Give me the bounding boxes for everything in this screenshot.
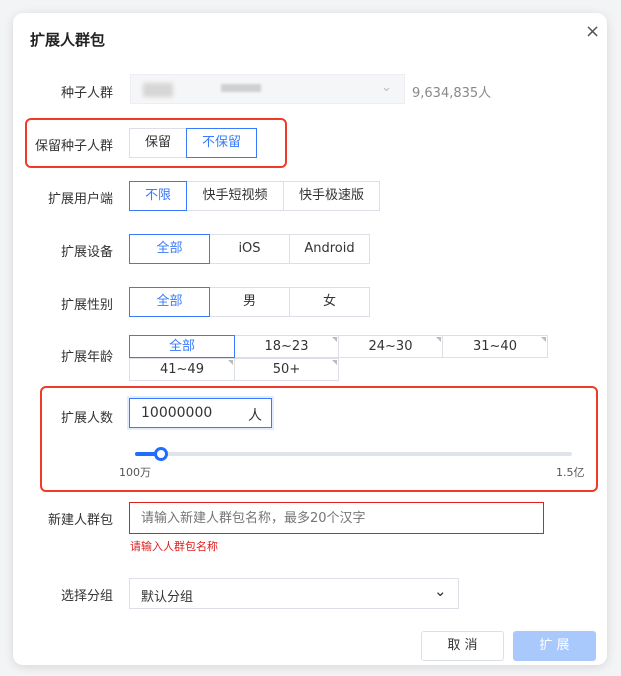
chevron-down-icon: ⌄ <box>381 80 392 95</box>
gender-option-female[interactable]: 女 <box>289 287 370 317</box>
retain-label: 保留种子人群 <box>34 139 113 154</box>
retain-option-discard[interactable]: 不保留 <box>186 128 257 158</box>
slider-max-label: 1.5亿 <box>556 466 585 479</box>
dialog-title: 扩展人群包 <box>30 31 106 49</box>
blurred-seed-name-2 <box>221 84 261 92</box>
close-icon[interactable]: × <box>585 21 600 42</box>
age-option-41-49[interactable]: 41~49 <box>129 358 235 381</box>
seed-label: 种子人群 <box>60 86 113 101</box>
age-option-18-23[interactable]: 18~23 <box>234 335 339 358</box>
gender-label: 扩展性别 <box>60 298 113 313</box>
device-label: 扩展设备 <box>60 245 113 260</box>
gender-option-all[interactable]: 全部 <box>129 287 210 317</box>
name-label: 新建人群包 <box>47 513 113 528</box>
age-option-24-30[interactable]: 24~30 <box>338 335 443 358</box>
age-option-31-40[interactable]: 31~40 <box>442 335 548 358</box>
group-value: 默认分组 <box>141 590 194 605</box>
slider-min-label: 100万 <box>119 466 151 479</box>
client-option-any[interactable]: 不限 <box>129 181 187 211</box>
expand-audience-dialog: 扩展人群包 × 种子人群 ⌄ 9,634,835人 保留种子人群 保留 不保留 … <box>13 13 607 665</box>
expand-button[interactable]: 扩 展 <box>513 631 596 661</box>
name-input[interactable] <box>129 502 544 534</box>
size-slider-track[interactable] <box>135 447 572 461</box>
gender-option-male[interactable]: 男 <box>209 287 290 317</box>
size-value: 10000000 <box>141 405 213 421</box>
name-error: 请输入人群包名称 <box>130 540 218 553</box>
device-option-android[interactable]: Android <box>289 234 370 264</box>
group-label: 选择分组 <box>60 589 113 604</box>
chevron-down-icon: ⌄ <box>434 582 447 600</box>
blurred-seed-name <box>143 83 173 97</box>
cancel-button[interactable]: 取 消 <box>421 631 504 661</box>
size-unit: 人 <box>248 408 262 424</box>
size-label: 扩展人数 <box>60 411 113 426</box>
device-option-ios[interactable]: iOS <box>209 234 290 264</box>
client-option-kuaishou-lite[interactable]: 快手极速版 <box>283 181 380 211</box>
client-label: 扩展用户端 <box>47 192 113 207</box>
device-option-all[interactable]: 全部 <box>129 234 210 264</box>
group-select[interactable]: 默认分组 ⌄ <box>129 578 459 609</box>
seed-select[interactable]: ⌄ <box>130 74 405 104</box>
seed-count: 9,634,835人 <box>412 86 492 101</box>
retain-option-keep[interactable]: 保留 <box>129 128 187 158</box>
age-option-50-plus[interactable]: 50+ <box>234 358 339 381</box>
client-option-kuaishou[interactable]: 快手短视频 <box>186 181 284 211</box>
size-input[interactable]: 10000000 人 <box>129 398 272 428</box>
age-label: 扩展年龄 <box>60 350 113 365</box>
age-option-all[interactable]: 全部 <box>129 335 235 358</box>
